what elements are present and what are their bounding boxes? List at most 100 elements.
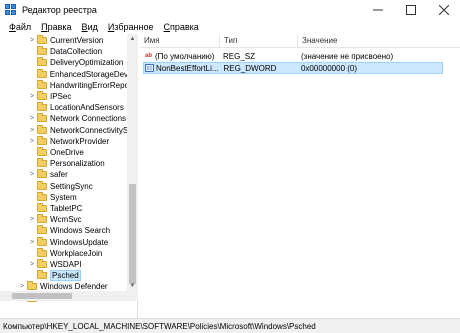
tree-item[interactable]: > NetworkProvider (0, 135, 128, 147)
folder-icon (37, 169, 47, 179)
folder-icon (37, 203, 47, 212)
tree-item-label: EnhancedStorageDevi (49, 69, 128, 79)
status-path: Компьютер\HKEY_LOCAL_MACHINE\SOFTWARE\Po… (3, 321, 316, 331)
tree-item[interactable]: > CurrentVersion (0, 35, 128, 46)
status-bar: Компьютер\HKEY_LOCAL_MACHINE\SOFTWARE\Po… (0, 318, 460, 333)
list-header: Имя Тип Значение (140, 34, 460, 48)
chevron-right-icon[interactable]: > (27, 171, 37, 178)
chevron-right-icon[interactable]: > (27, 138, 37, 145)
folder-icon (37, 135, 47, 145)
folder-icon (36, 68, 47, 78)
tree-item-label: System (50, 192, 77, 202)
tree-item-label: WSDAPI (50, 260, 82, 269)
tree-item[interactable]: SettingSync (0, 180, 128, 192)
folder-icon (37, 180, 47, 190)
chevron-right-icon[interactable]: > (27, 261, 37, 268)
tree-item[interactable]: Personalization (0, 158, 128, 169)
menu-edit[interactable]: Правка (36, 22, 76, 32)
tree-item[interactable]: > IPSec (0, 91, 128, 102)
tree-item-label: WcmSvc (50, 215, 82, 225)
folder-icon (36, 79, 47, 89)
tree-item-label: SettingSync (50, 181, 93, 191)
tree-item-label: WindowsUpdate (50, 237, 109, 247)
minimize-button[interactable] (361, 0, 394, 19)
folder-icon (37, 147, 47, 156)
folder-icon (37, 214, 47, 224)
tree-item[interactable]: > NetworkConnectivityS (0, 124, 128, 136)
tree-item[interactable]: > WcmSvc (0, 214, 128, 225)
tree-item[interactable]: EnhancedStorageDevi (0, 68, 128, 80)
folder-icon (27, 281, 37, 291)
tree-item-label: IPSec (50, 92, 72, 101)
tree-item-label: Personalization (50, 159, 105, 169)
column-name[interactable]: Имя (140, 34, 220, 48)
values-list[interactable]: Имя Тип Значение ab (По умолчанию) REG_SZ… (140, 34, 460, 318)
folder-icon (37, 225, 47, 235)
tree-item-label: Psched (50, 270, 81, 282)
column-value[interactable]: Значение (298, 34, 460, 48)
folder-icon (37, 102, 47, 112)
chevron-right-icon[interactable]: > (27, 216, 37, 223)
tree-item[interactable]: OneDrive (0, 147, 128, 158)
tree-item[interactable]: TabletPC (0, 203, 128, 214)
tree-item[interactable]: Windows Search (0, 225, 128, 236)
menu-view[interactable]: Вид (77, 22, 103, 32)
tree-item-label: Windows Search (50, 226, 111, 236)
folder-icon (37, 91, 47, 100)
chevron-right-icon[interactable]: > (27, 93, 37, 100)
string-value-icon: ab (144, 53, 152, 60)
maximize-button[interactable] (394, 0, 427, 19)
menu-file[interactable]: Файл (4, 22, 36, 32)
tree-item-label: HandwritingErrorRepo (49, 80, 128, 90)
tree-horizontal-scrollbar[interactable] (0, 291, 138, 301)
menu-favorites[interactable]: Избранное (103, 22, 159, 32)
binary-value-icon: 01 (145, 64, 154, 73)
tree-vertical-scrollbar[interactable]: ▲ ▼ (127, 34, 138, 291)
menu-help[interactable]: Справка (158, 22, 203, 32)
tree-item-label: DeliveryOptimization (50, 58, 124, 68)
tree-item[interactable]: WorkplaceJoin (0, 247, 128, 259)
column-type[interactable]: Тип (220, 34, 298, 48)
tree-item[interactable]: > WindowsUpdate (0, 236, 128, 248)
tree-item[interactable]: System (0, 191, 128, 203)
chevron-right-icon[interactable]: > (27, 115, 37, 122)
tree-item-label: WorkplaceJoin (50, 248, 103, 258)
tree-item[interactable]: > Network Connections (0, 113, 128, 124)
title-bar: Редактор реестра (0, 0, 460, 19)
tree-item-label: LocationAndSensors (50, 103, 124, 113)
tree-item[interactable]: DeliveryOptimization (0, 57, 128, 68)
folder-icon (36, 124, 47, 134)
tree-item[interactable]: LocationAndSensors (0, 102, 128, 113)
tree-item-label: TabletPC (50, 204, 83, 213)
folder-icon (37, 259, 47, 268)
folder-icon (37, 236, 47, 246)
folder-icon (37, 247, 47, 257)
minimize-icon (372, 9, 383, 10)
tree-item[interactable]: HandwritingErrorRepo (0, 79, 128, 91)
chevron-right-icon[interactable]: > (27, 239, 37, 246)
list-row-selected[interactable]: 01 NonBestEffortLi... REG_DWORD 0x0000000… (143, 62, 443, 74)
chevron-right-icon[interactable]: > (17, 283, 27, 290)
scroll-down-arrow-icon[interactable]: ▼ (127, 281, 138, 291)
tree-item-selected[interactable]: Psched (0, 270, 128, 282)
tree-item-label: NetworkProvider (50, 136, 110, 146)
tree-item-label: NetworkConnectivityS (49, 125, 128, 135)
list-row[interactable]: ab (По умолчанию) REG_SZ (значение не при… (143, 50, 443, 62)
window-title: Редактор реестра (22, 4, 97, 15)
close-icon (438, 4, 449, 15)
scroll-up-arrow-icon[interactable]: ▲ (127, 34, 138, 44)
chevron-right-icon[interactable]: > (27, 127, 37, 134)
scroll-thumb[interactable] (129, 184, 136, 284)
tree-item[interactable]: > WSDAPI (0, 259, 128, 270)
registry-tree[interactable]: > CurrentVersion DataCollection DeliveryOpt… (0, 34, 138, 318)
maximize-icon (405, 4, 416, 15)
tree-item[interactable]: > safer (0, 169, 128, 180)
tree-item-label: safer (50, 170, 68, 180)
chevron-right-icon[interactable]: > (27, 37, 37, 44)
tree-item-label: CurrentVersion (50, 36, 104, 45)
close-button[interactable] (427, 0, 460, 19)
tree-item-label: DataCollection (50, 47, 103, 57)
tree-item[interactable]: DataCollection (0, 46, 128, 57)
h-scroll-thumb[interactable] (12, 293, 72, 299)
folder-icon (37, 57, 47, 67)
